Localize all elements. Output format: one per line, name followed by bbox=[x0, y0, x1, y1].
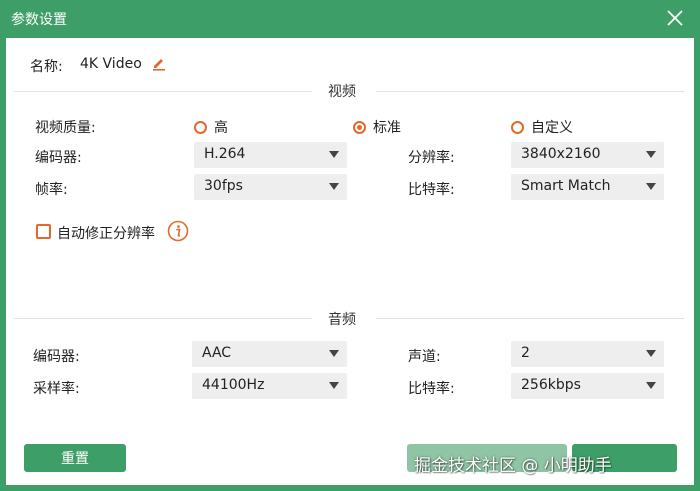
chevron-down-icon bbox=[646, 350, 656, 357]
quality-option-custom: 自定义 bbox=[531, 120, 573, 136]
quality-radio-standard[interactable]: 标准 bbox=[353, 117, 401, 137]
resolution-value: 3840x2160 bbox=[521, 146, 601, 162]
cancel-button[interactable] bbox=[407, 444, 567, 472]
video-bitrate-select[interactable]: Smart Match bbox=[511, 174, 664, 200]
quality-option-high: 高 bbox=[214, 120, 228, 136]
samplerate-value: 44100Hz bbox=[202, 377, 265, 393]
chevron-down-icon bbox=[646, 183, 656, 190]
audio-section-title: 音频 bbox=[328, 312, 356, 328]
reset-button-label: 重置 bbox=[61, 451, 89, 467]
video-encoder-value: H.264 bbox=[204, 146, 246, 162]
audio-bitrate-value: 256kbps bbox=[521, 377, 581, 393]
video-divider-right bbox=[376, 91, 684, 92]
ok-button[interactable] bbox=[572, 444, 677, 472]
resolution-label: 分辨率: bbox=[408, 150, 455, 166]
video-section-title: 视频 bbox=[328, 84, 356, 100]
channel-value: 2 bbox=[521, 345, 530, 361]
quality-option-standard: 标准 bbox=[373, 120, 401, 136]
auto-fix-label: 自动修正分辨率 bbox=[57, 226, 155, 242]
chevron-down-icon bbox=[329, 151, 339, 158]
reset-button[interactable]: 重置 bbox=[24, 444, 126, 472]
audio-divider-right bbox=[376, 318, 684, 319]
video-encoder-select[interactable]: H.264 bbox=[194, 142, 347, 168]
name-label: 名称: bbox=[30, 59, 63, 75]
chevron-down-icon bbox=[646, 151, 656, 158]
chevron-down-icon bbox=[329, 382, 339, 389]
radio-circle bbox=[511, 120, 524, 134]
audio-encoder-value: AAC bbox=[202, 345, 232, 361]
video-bitrate-label: 比特率: bbox=[408, 182, 455, 198]
radio-circle bbox=[194, 120, 207, 134]
audio-encoder-label: 编码器: bbox=[33, 349, 80, 365]
radio-circle-selected bbox=[353, 120, 366, 134]
quality-radio-high[interactable]: 高 bbox=[194, 117, 228, 137]
audio-encoder-select[interactable]: AAC bbox=[192, 341, 347, 367]
framerate-select[interactable]: 30fps bbox=[194, 174, 347, 200]
info-icon[interactable] bbox=[167, 220, 189, 242]
pencil-icon[interactable] bbox=[151, 55, 167, 71]
title-bar: 参数设置 bbox=[0, 0, 700, 38]
channel-select[interactable]: 2 bbox=[511, 341, 664, 367]
video-bitrate-value: Smart Match bbox=[521, 178, 611, 194]
name-value: 4K Video bbox=[80, 56, 142, 72]
framerate-label: 帧率: bbox=[35, 182, 68, 198]
chevron-down-icon bbox=[329, 350, 339, 357]
close-icon[interactable] bbox=[664, 7, 686, 29]
samplerate-select[interactable]: 44100Hz bbox=[192, 373, 347, 399]
settings-panel: 名称: 4K Video 视频 视频质量: 高 标准 自定义 编码器: H.26… bbox=[6, 38, 694, 485]
resolution-select[interactable]: 3840x2160 bbox=[511, 142, 664, 168]
quality-radio-custom[interactable]: 自定义 bbox=[511, 117, 573, 137]
video-divider-left bbox=[14, 91, 312, 92]
chevron-down-icon bbox=[329, 183, 339, 190]
audio-bitrate-select[interactable]: 256kbps bbox=[511, 373, 664, 399]
framerate-value: 30fps bbox=[204, 178, 243, 194]
samplerate-label: 采样率: bbox=[33, 381, 80, 397]
chevron-down-icon bbox=[646, 382, 656, 389]
channel-label: 声道: bbox=[408, 349, 441, 365]
audio-bitrate-label: 比特率: bbox=[408, 381, 455, 397]
window-title: 参数设置 bbox=[11, 12, 67, 28]
audio-divider-left bbox=[14, 318, 312, 319]
auto-fix-checkbox[interactable] bbox=[36, 224, 51, 239]
video-quality-label: 视频质量: bbox=[35, 120, 96, 136]
video-encoder-label: 编码器: bbox=[35, 150, 82, 166]
